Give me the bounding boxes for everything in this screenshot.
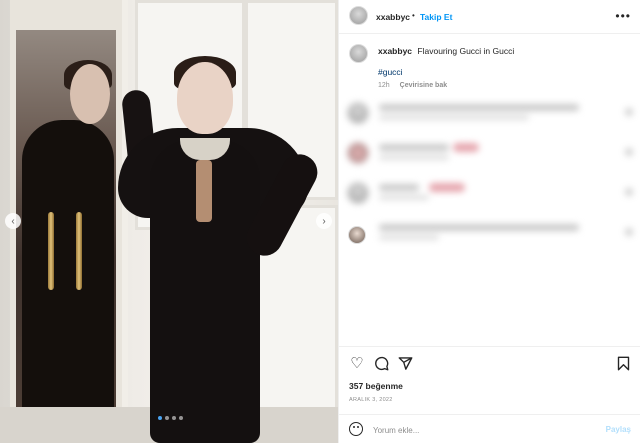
- more-horizontal-icon[interactable]: •••: [615, 9, 631, 23]
- post-sidebar: xxabbyc • Takip Et ••• xxabbyc Flavourin…: [338, 0, 640, 443]
- avatar: [347, 142, 369, 164]
- post-header: xxabbyc • Takip Et •••: [339, 0, 640, 34]
- avatar: [347, 102, 369, 124]
- comment-icon[interactable]: [373, 355, 389, 371]
- follow-button[interactable]: Takip Et: [420, 12, 452, 22]
- carousel-dot: [172, 416, 176, 420]
- post-comment-button[interactable]: Paylaş: [606, 425, 631, 434]
- heart-icon: [625, 148, 633, 156]
- avatar[interactable]: [349, 44, 368, 63]
- chevron-left-icon: ‹: [11, 215, 15, 227]
- translate-link[interactable]: Çevirisine bak: [400, 82, 447, 89]
- caption-meta: 12h Çevirisine bak: [378, 82, 447, 89]
- carousel-dot: [165, 416, 169, 420]
- emoji-icon[interactable]: [349, 422, 363, 436]
- carousel-dot: [158, 416, 162, 420]
- header-username[interactable]: xxabbyc: [376, 12, 410, 22]
- carousel-prev-button[interactable]: ‹: [5, 213, 21, 229]
- post-date: ARALIK 3, 2022: [349, 397, 393, 403]
- carousel-next-button[interactable]: ›: [316, 213, 332, 229]
- avatar[interactable]: [349, 6, 368, 25]
- like-count[interactable]: 357 beğenme: [349, 381, 403, 391]
- caption-line: xxabbyc Flavouring Gucci in Gucci: [378, 46, 514, 56]
- share-icon[interactable]: [397, 355, 413, 371]
- caption-text: Flavouring Gucci in Gucci: [417, 46, 515, 56]
- heart-icon: [625, 228, 633, 236]
- caption-time: 12h: [378, 82, 390, 89]
- post-modal: ‹ › xxabbyc • Takip Et ••• xxabbyc Flavo…: [0, 0, 640, 443]
- carousel-dot: [179, 416, 183, 420]
- hashtag-link[interactable]: #gucci: [378, 67, 403, 77]
- post-actions: ♡ 357 beğenme ARALIK 3, 2022: [339, 346, 640, 410]
- heart-icon: [625, 108, 633, 116]
- carousel-indicator: [158, 416, 183, 420]
- avatar[interactable]: [348, 226, 366, 244]
- list-item: [347, 220, 633, 246]
- list-item: [347, 140, 633, 166]
- reflection-head: [70, 64, 110, 124]
- comment-composer: Paylaş: [339, 414, 640, 443]
- caption-username[interactable]: xxabbyc: [378, 46, 412, 56]
- bookmark-icon[interactable]: [615, 355, 631, 371]
- post-photo[interactable]: ‹ ›: [0, 0, 338, 443]
- chevron-right-icon: ›: [322, 215, 326, 227]
- door-handle: [48, 212, 54, 290]
- reflection-figure: [22, 120, 114, 443]
- figure-lace: [196, 160, 212, 222]
- avatar: [347, 182, 369, 204]
- figure-head: [177, 62, 233, 134]
- door-handle: [76, 212, 82, 290]
- heart-icon: [625, 188, 633, 196]
- separator-dot: •: [412, 11, 415, 20]
- heart-icon[interactable]: ♡: [349, 355, 365, 371]
- list-item: [347, 180, 633, 206]
- list-item: [347, 100, 633, 126]
- comment-input[interactable]: [373, 423, 593, 437]
